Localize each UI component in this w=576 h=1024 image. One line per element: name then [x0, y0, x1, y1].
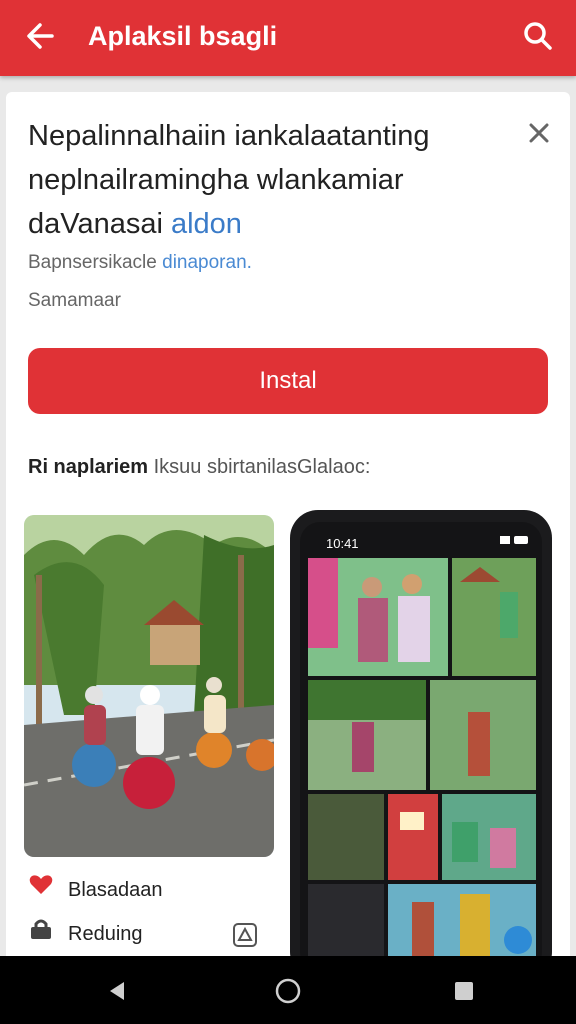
- app-bar: Aplaksil bsagli: [0, 0, 576, 76]
- headline-link[interactable]: aldon: [171, 208, 242, 240]
- feature-row-2[interactable]: Reduing: [28, 918, 143, 946]
- app-headline: Nepalinnalhaiin iankalaatanting neplnail…: [28, 114, 498, 246]
- heart-tag-icon: [28, 874, 54, 902]
- screenshots-heading-bold: Ri naplariem: [28, 456, 149, 478]
- headline-line-1: Nepalinnalhaiin iankalaatanting: [28, 120, 430, 152]
- feature-row-2-label: Reduing: [68, 923, 143, 945]
- screenshot-phone-mockup[interactable]: 10:41: [290, 510, 552, 962]
- close-icon[interactable]: [524, 118, 554, 148]
- app-subtitle: Bapnsersikacle dinaporan.: [28, 252, 252, 274]
- app-title: Aplaksil bsagli: [88, 21, 278, 51]
- headline-line-2: neplnailramingha wlankamiar: [28, 164, 404, 196]
- nav-home-icon[interactable]: [275, 978, 301, 1004]
- install-button[interactable]: Instal: [28, 348, 548, 414]
- screenshots-heading: Ri naplariem Iksuu sbirtanilasGlalaoc:: [28, 456, 370, 479]
- nav-back-icon[interactable]: [104, 978, 130, 1004]
- phone-gallery-grid: [308, 536, 536, 962]
- search-icon[interactable]: [518, 16, 558, 56]
- back-arrow-icon[interactable]: [22, 18, 58, 54]
- screenshot-street-scene[interactable]: [24, 515, 274, 857]
- headline-line-3-text: daVanasai: [28, 208, 171, 240]
- subtitle-link[interactable]: dinaporan.: [162, 252, 252, 273]
- app-meta: Samamaar: [28, 290, 121, 311]
- caution-icon[interactable]: [232, 922, 258, 948]
- lock-icon: [28, 918, 54, 946]
- nav-recents-icon[interactable]: [451, 978, 477, 1004]
- app-info-card: Nepalinnalhaiin iankalaatanting neplnail…: [6, 92, 570, 962]
- feature-row-1-label: Blasadaan: [68, 879, 163, 901]
- screenshots-heading-rest: Iksuu sbirtanilasGlalaoc:: [148, 456, 371, 478]
- phone-screen: 10:41: [300, 522, 542, 962]
- feature-row-1[interactable]: Blasadaan: [28, 874, 163, 902]
- system-nav-bar: [0, 956, 576, 1024]
- subtitle-text: Bapnsersikacle: [28, 252, 163, 273]
- headline-line-3: daVanasai aldon: [28, 202, 498, 246]
